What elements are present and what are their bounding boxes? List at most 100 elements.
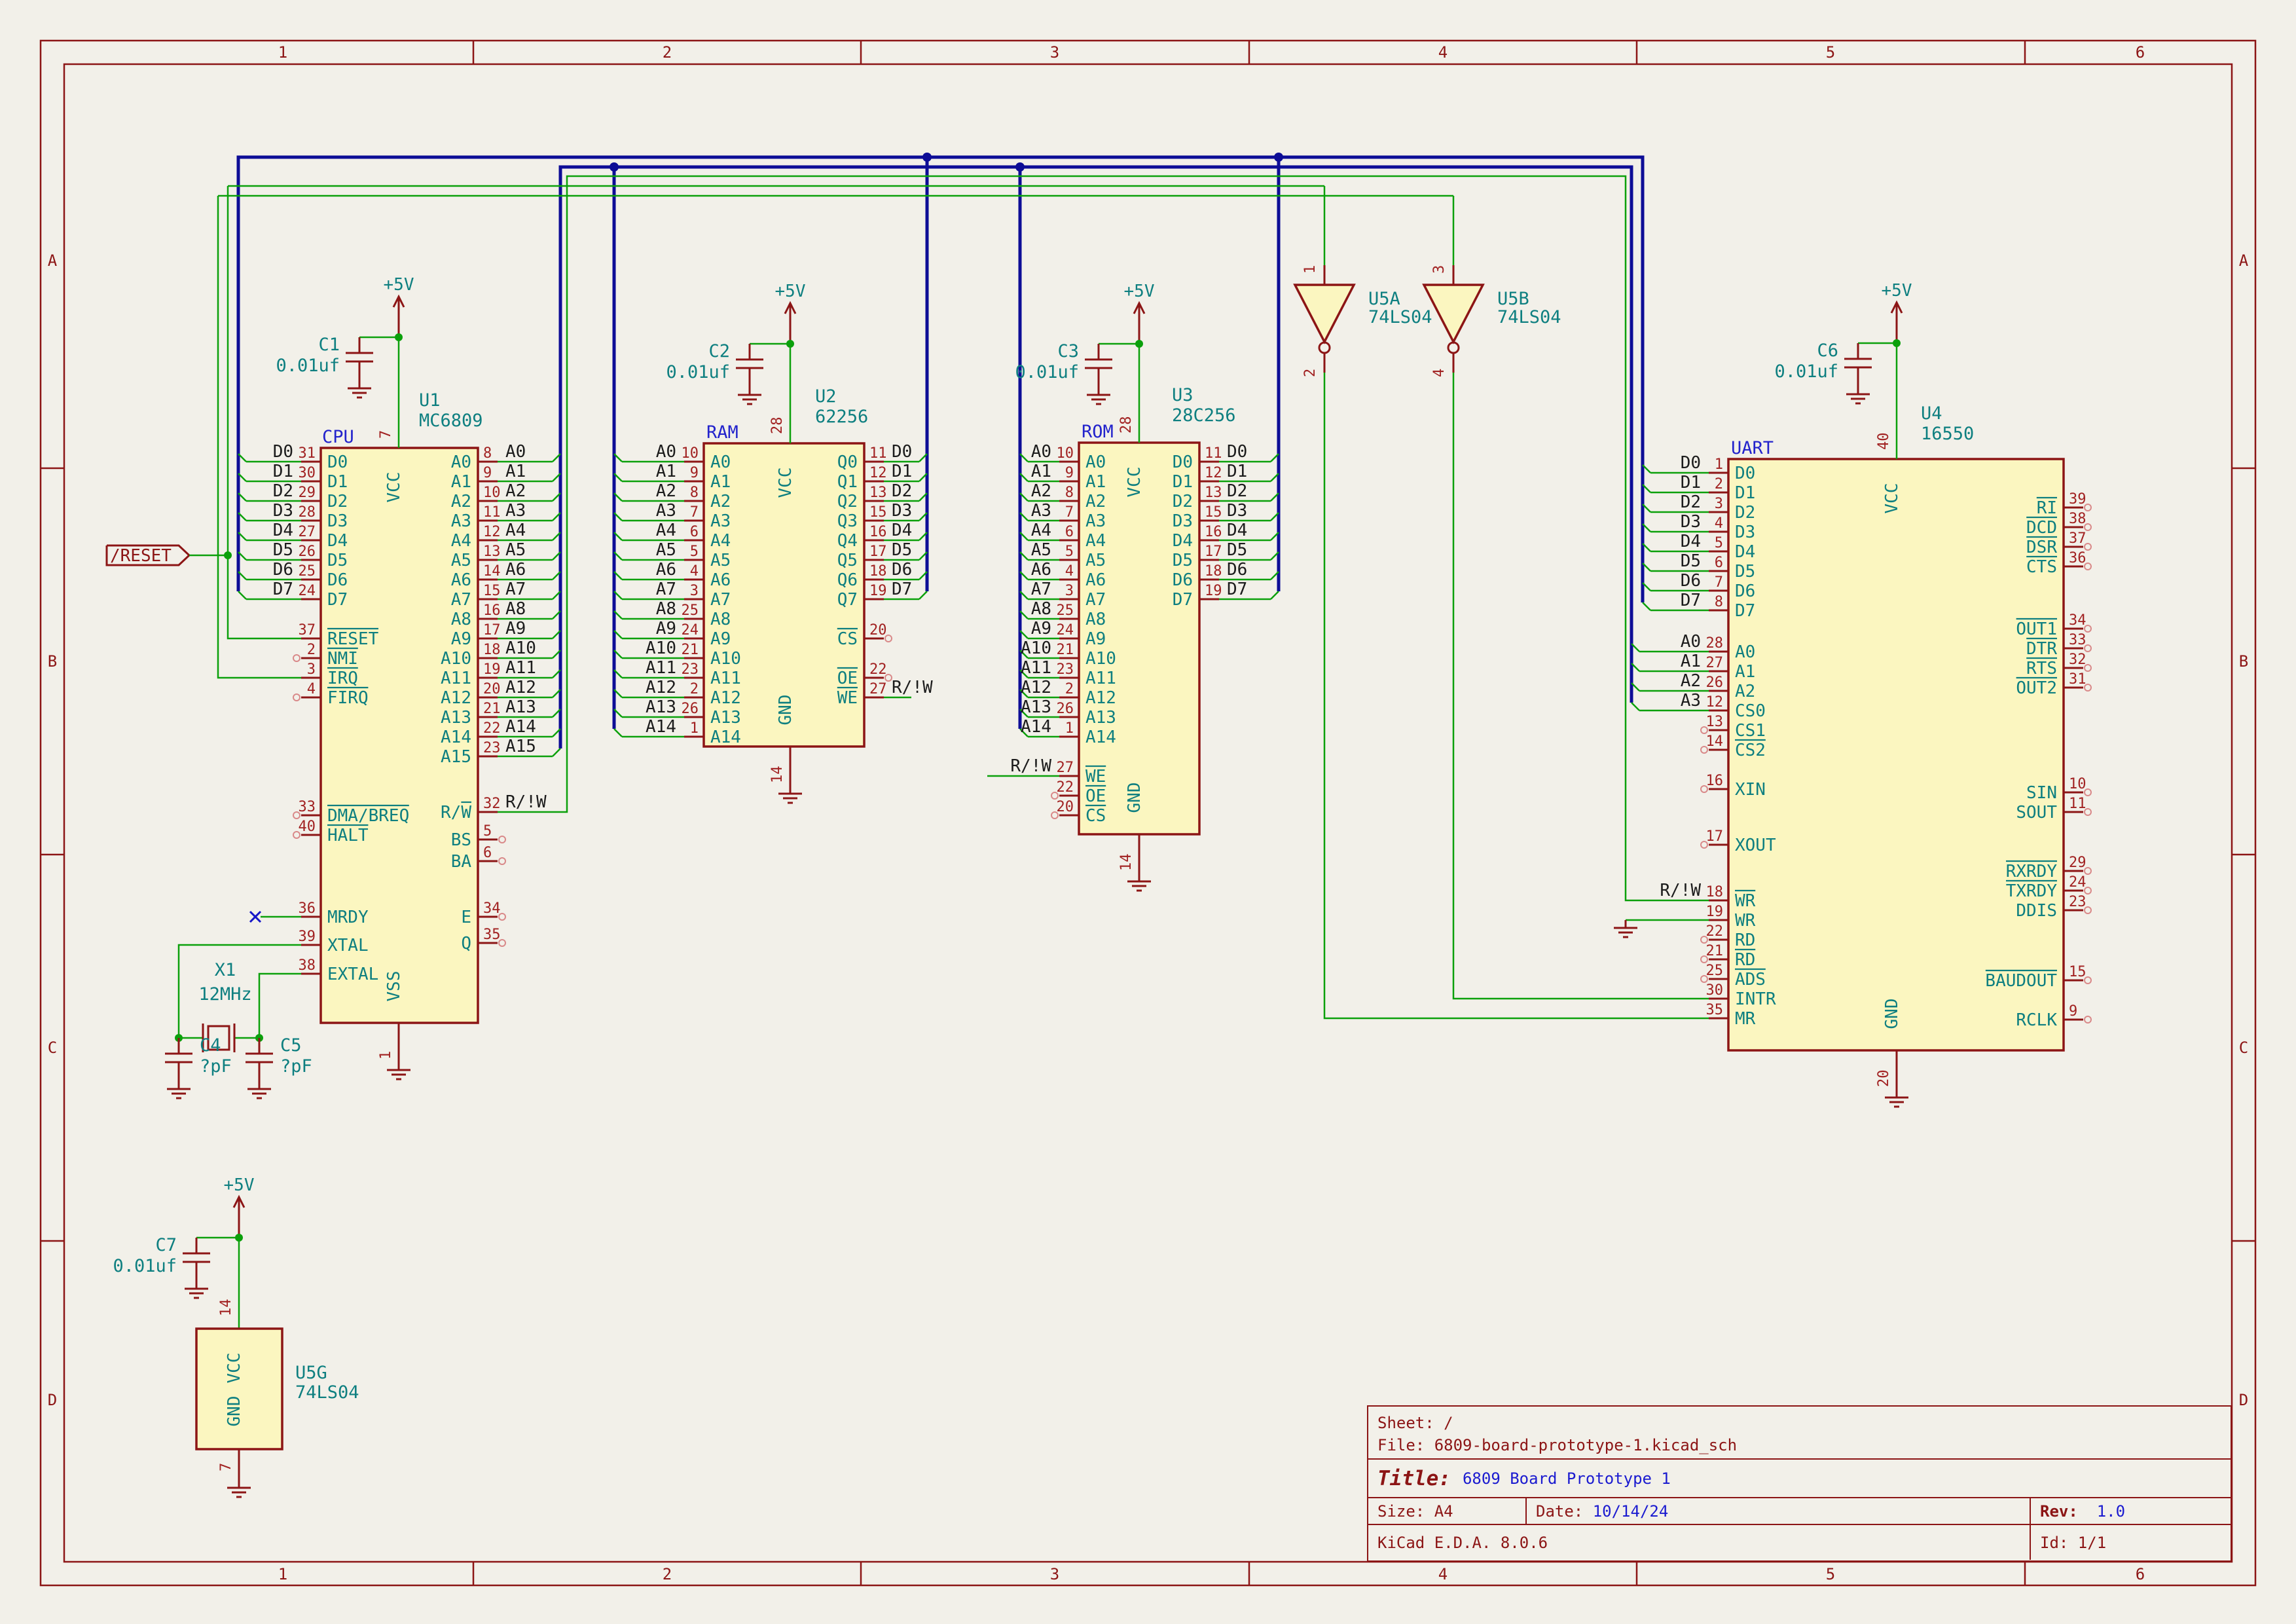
plus5v-label: +5V	[224, 1175, 255, 1195]
pin-number: 13	[1706, 714, 1724, 730]
extal-wire[interactable]	[259, 974, 301, 1038]
pin-name: A13	[441, 708, 471, 728]
pin-number: 9	[2069, 1003, 2077, 1020]
net-label: A3	[1031, 501, 1051, 521]
pin-name: A4	[710, 531, 731, 551]
bus-junction-dot	[1274, 153, 1283, 162]
bus-entry[interactable]	[614, 729, 622, 737]
pin-number: 2	[1715, 476, 1723, 492]
cap-value: ?pF	[200, 1056, 232, 1077]
pin-number: 27	[1057, 760, 1074, 776]
ic-body-uart[interactable]	[1728, 459, 2064, 1050]
pin-number: 6	[483, 845, 492, 861]
bus-entry[interactable]	[1643, 602, 1650, 610]
pin-number: 9	[1065, 465, 1074, 481]
pin-name: OUT1	[2016, 619, 2057, 639]
pin-number: 23	[483, 740, 501, 756]
ic-body-u5g[interactable]	[196, 1329, 282, 1449]
pin-number: 12	[1706, 694, 1724, 710]
unconnected-pin-icon	[499, 836, 505, 843]
pin-name: A3	[710, 511, 731, 531]
net-label: A7	[505, 580, 526, 599]
inverter-out-wire[interactable]	[1324, 373, 1709, 1018]
pin-name: Q7	[837, 590, 858, 610]
pin-name: D7	[327, 590, 348, 610]
net-label: A6	[505, 560, 526, 580]
pin-number: 8	[690, 485, 699, 501]
net-label: A0	[656, 442, 676, 462]
pin-number: 15	[483, 583, 501, 599]
pin-name: A7	[1085, 590, 1106, 610]
pin-name: A4	[1085, 531, 1106, 551]
pin-name: Q1	[837, 472, 858, 492]
pin-number: 27	[869, 681, 887, 697]
net-label: A12	[505, 678, 536, 697]
pin-number: 6	[1065, 524, 1074, 540]
pin-number: 5	[483, 823, 492, 840]
pin-name: OE	[837, 669, 858, 688]
pin-name: D6	[327, 570, 348, 590]
net-label: D5	[273, 540, 293, 560]
pin-number: 33	[2069, 632, 2086, 648]
pin-number: 2	[690, 681, 699, 697]
pin-name: A2	[1735, 682, 1755, 701]
pin-name: D3	[1173, 511, 1193, 531]
frame-col-label: 5	[1826, 1565, 1835, 1583]
net-label: A4	[1031, 521, 1051, 540]
net-label: A1	[656, 462, 676, 481]
schematic-canvas[interactable]: 112233445566AABBCCDDCPUU1MC680931D0D030D…	[0, 0, 2296, 1624]
pin-name: D2	[1735, 503, 1755, 523]
pin-number: 11	[869, 445, 887, 462]
net-label: R/!W	[1660, 881, 1701, 900]
net-label: A11	[646, 658, 676, 678]
rev-field[interactable]: Rev: 1.0	[2030, 1498, 2231, 1524]
schematic-sheet: 112233445566AABBCCDDCPUU1MC680931D0D030D…	[0, 0, 2296, 1624]
frame-row-label: A	[48, 251, 58, 270]
net-label: D0	[892, 442, 912, 462]
pin-number: 19	[1706, 904, 1724, 920]
pin-number: 21	[483, 701, 501, 717]
bus-entry[interactable]	[238, 591, 246, 599]
file-field[interactable]: File: 6809-board-prototype-1.kicad_sch	[1377, 1434, 2231, 1456]
pin-number: 28	[769, 417, 786, 435]
pin-number: 15	[1205, 504, 1222, 521]
cap-value: ?pF	[280, 1056, 312, 1077]
pin-number: 25	[1057, 602, 1074, 619]
crystal-value: 12MHz	[198, 984, 251, 1005]
app-field: KiCad E.D.A. 8.0.6	[1368, 1525, 2030, 1560]
frame-col-label: 5	[1826, 43, 1835, 62]
pin-name: A11	[710, 669, 741, 688]
date-field[interactable]: Date: 10/14/24	[1525, 1498, 2030, 1524]
pin-name: A12	[1085, 688, 1116, 708]
inverter-out-wire[interactable]	[1453, 373, 1709, 999]
irq-wire[interactable]	[218, 196, 301, 678]
pin-number: 2	[1065, 681, 1074, 697]
net-label: A5	[505, 540, 526, 560]
net-label: A6	[656, 560, 676, 580]
pin-number: 24	[1057, 622, 1074, 638]
net-label: D6	[1227, 560, 1247, 580]
pin-number: 35	[1706, 1002, 1724, 1018]
net-label: R/!W	[892, 678, 933, 697]
bus-entry[interactable]	[1271, 591, 1279, 599]
pin-number: 34	[2069, 612, 2086, 629]
size-field[interactable]: Size: A4	[1368, 1498, 1525, 1524]
sheet-field[interactable]: Sheet: /	[1377, 1412, 2231, 1434]
bus-entry[interactable]	[553, 748, 560, 756]
pin-number: 32	[2069, 652, 2086, 668]
bus-entry[interactable]	[1631, 703, 1639, 710]
inverter-U5B[interactable]	[1424, 285, 1483, 342]
pin-name: RD	[1735, 950, 1755, 970]
unconnected-pin-icon	[1701, 956, 1707, 963]
bus-junction-dot	[610, 162, 619, 172]
pin-number: 22	[1706, 923, 1724, 940]
net-label: D4	[892, 521, 912, 540]
net-label: A7	[1031, 580, 1051, 599]
pin-number: 20	[869, 622, 887, 638]
title-field[interactable]: 6809 Board Prototype 1	[1463, 1469, 1671, 1488]
cap-value: 0.01uf	[276, 356, 340, 376]
inverter-U5A[interactable]	[1295, 285, 1354, 342]
pin-number: 30	[1706, 982, 1724, 999]
net-label: A14	[646, 717, 676, 737]
bus-entry[interactable]	[919, 591, 927, 599]
